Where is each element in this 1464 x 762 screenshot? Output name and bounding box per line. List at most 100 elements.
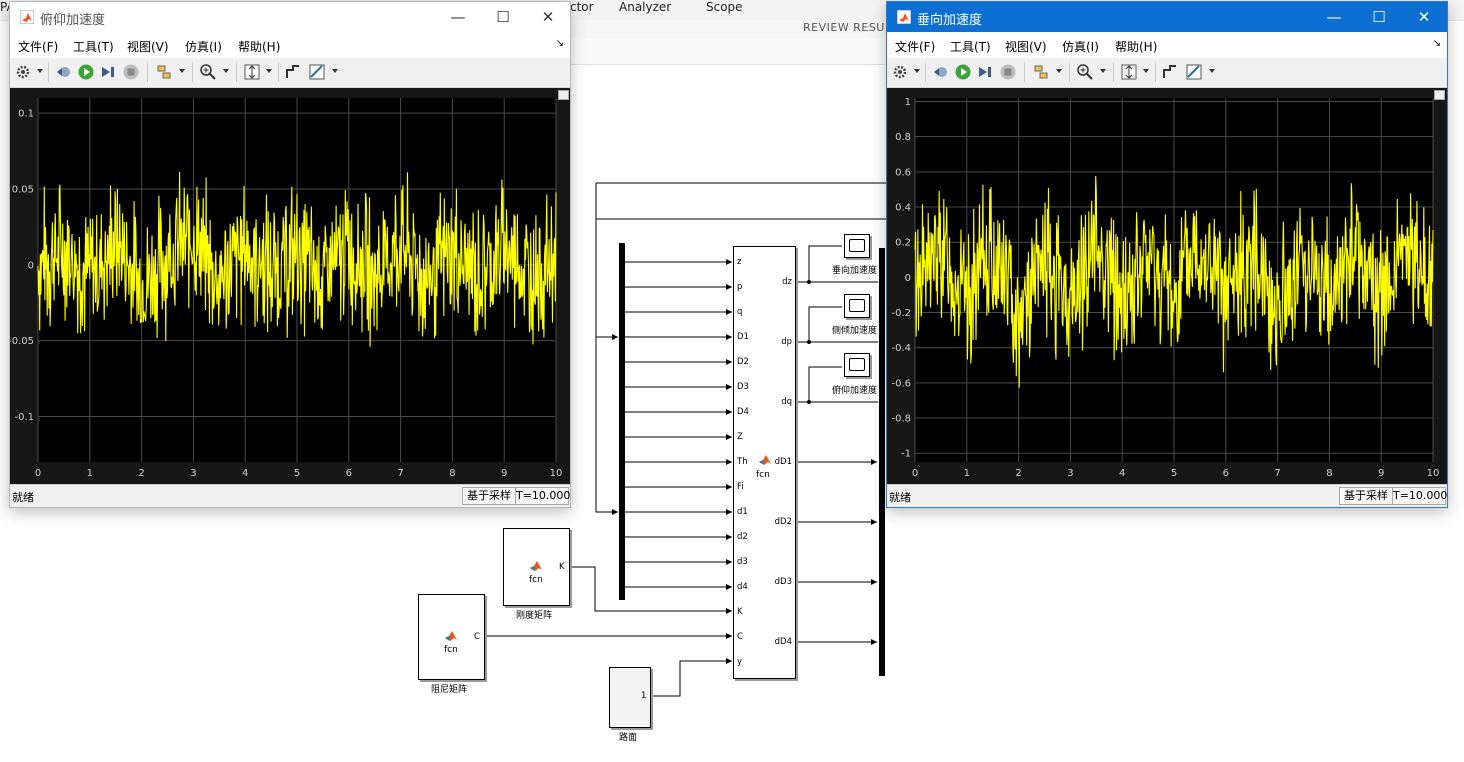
y-tick-label: 0.8 [895, 132, 911, 143]
status-bar: 就绪 基于采样 T=10.000 [10, 484, 570, 507]
maximize-icon[interactable]: ☐ [480, 2, 526, 32]
scope-block-roll[interactable] [844, 294, 870, 318]
cursor-measure-icon[interactable] [308, 63, 326, 81]
menu-tools[interactable]: 工具(T) [73, 38, 114, 55]
output-port-dq: dq [781, 397, 792, 407]
step-back-icon[interactable] [932, 63, 950, 81]
mux-block[interactable] [879, 248, 885, 676]
chevron-down-icon[interactable] [223, 69, 229, 73]
main-fcn-block[interactable]: fcn z p q D1 D2 D3 D4 Z Th Fi d1 d2 d3 d4 K Cy dz dp dq dD… [733, 246, 796, 679]
menu-bar: 文件(F) 工具(T) 视图(V) 仿真(I) 帮助(H) ↘ [887, 32, 1447, 58]
toolbar-separator [147, 63, 148, 82]
time-box: T=10.000 [515, 487, 570, 505]
title-bar[interactable]: 俯仰加速度 — ☐ ✕ [10, 2, 570, 32]
close-icon[interactable]: ✕ [1401, 2, 1447, 32]
minimize-icon[interactable]: — [435, 2, 481, 32]
menu-file[interactable]: 文件(F) [18, 38, 58, 55]
menu-simulation[interactable]: 仿真(I) [185, 38, 222, 55]
y-tick-label: 0.1 [18, 109, 34, 120]
menu-tools[interactable]: 工具(T) [950, 38, 991, 55]
minimize-icon[interactable]: — [1311, 2, 1357, 32]
y-tick-label: 0.4 [895, 203, 911, 214]
menu-help[interactable]: 帮助(H) [238, 38, 280, 55]
vertical-acceleration-plot: 0 1 2 3 4 5 6 7 8 9 10 1 0.8 0.6 0.4 0.2 0 -0.2 -0.4 -0.6 -0… [891, 97, 1439, 479]
title-bar[interactable]: 垂向加速度 — ☐ ✕ [887, 2, 1447, 32]
input-port-d2: d2 [737, 532, 748, 542]
step-forward-icon[interactable] [99, 63, 117, 81]
status-bar: 就绪 基于采样 T=10.000 [887, 484, 1447, 507]
input-port-d4: D4 [737, 407, 749, 417]
x-tick-label: 9 [501, 468, 507, 479]
toolbar-separator [192, 63, 193, 82]
menu-dock-icon[interactable]: ↘ [1433, 38, 1441, 49]
toolbar-separator [1069, 63, 1070, 82]
chevron-down-icon[interactable] [1100, 69, 1106, 73]
damping-fcn-block[interactable]: fcn C [418, 594, 485, 680]
scope-caption-vertical: 垂向加速度 [832, 266, 878, 276]
zoom-icon[interactable] [1076, 63, 1094, 81]
chevron-down-icon[interactable] [1209, 69, 1215, 73]
scope-caption-pitch: 俯仰加速度 [832, 386, 878, 396]
highlight-block-icon[interactable] [1032, 63, 1050, 81]
zoom-icon[interactable] [199, 63, 217, 81]
menu-dock-icon[interactable]: ↘ [556, 38, 564, 49]
scope-block-pitch[interactable] [844, 353, 870, 377]
scope-window-pitch[interactable]: 俯仰加速度 — ☐ ✕ 文件(F) 工具(T) 视图(V) 仿真(I) 帮助(H… [9, 1, 571, 508]
autoscale-icon[interactable] [1120, 63, 1138, 81]
scope-caption-roll: 侧倾加速度 [832, 326, 878, 336]
toolbar-separator [48, 63, 49, 82]
trigger-icon[interactable] [284, 63, 302, 81]
input-port-fi: Fi [737, 482, 744, 492]
cursor-measure-icon[interactable] [1185, 63, 1203, 81]
window-title: 垂向加速度 [917, 13, 983, 28]
chevron-down-icon[interactable] [37, 69, 43, 73]
menu-file[interactable]: 文件(F) [895, 38, 935, 55]
input-port-d3: d3 [737, 557, 748, 567]
menu-view[interactable]: 视图(V) [1005, 38, 1047, 55]
menu-view[interactable]: 视图(V) [127, 38, 169, 55]
autoscale-icon[interactable] [243, 63, 261, 81]
demux-block[interactable] [619, 243, 625, 600]
fcn-label: fcn [529, 575, 543, 585]
maximize-icon[interactable]: ☐ [1356, 2, 1402, 32]
menu-simulation[interactable]: 仿真(I) [1062, 38, 1099, 55]
toolbar-separator [1155, 63, 1156, 82]
input-port-d3: D3 [737, 382, 749, 392]
chevron-down-icon[interactable] [179, 69, 185, 73]
menu-help[interactable]: 帮助(H) [1115, 38, 1157, 55]
x-tick-label: 10 [550, 468, 563, 479]
x-tick-label: 7 [1274, 468, 1280, 479]
stop-icon[interactable] [999, 63, 1017, 81]
run-icon[interactable] [77, 63, 95, 81]
chevron-down-icon[interactable] [266, 69, 272, 73]
plot-area[interactable]: 0 1 2 3 4 5 6 7 8 9 10 0.1 0.05 0 -0.05 -0.1 [10, 88, 570, 484]
chevron-down-icon[interactable] [1143, 69, 1149, 73]
scope-window-vertical[interactable]: 垂向加速度 — ☐ ✕ 文件(F) 工具(T) 视图(V) 仿真(I) 帮助(H… [886, 1, 1448, 508]
output-port-dd2: dD2 [774, 517, 792, 527]
run-icon[interactable] [954, 63, 972, 81]
x-tick-label: 0 [35, 468, 41, 479]
window-title: 俯仰加速度 [40, 13, 106, 28]
y-tick-label: -0.2 [891, 308, 911, 319]
toolbar-separator [278, 63, 279, 82]
highlight-block-icon[interactable] [155, 63, 173, 81]
plot-area[interactable]: 0 1 2 3 4 5 6 7 8 9 10 1 0.8 0.6 0.4 0.2 0 -0.2 -0.4 -0.6 -0… [887, 88, 1447, 484]
chevron-down-icon[interactable] [914, 69, 920, 73]
output-port-road: 1 [641, 691, 647, 701]
scope-block-vertical[interactable] [844, 234, 870, 258]
road-input-block[interactable]: 1 [609, 667, 651, 728]
settings-gear-icon[interactable] [14, 63, 32, 81]
stop-icon[interactable] [122, 63, 140, 81]
stiffness-fcn-block[interactable]: fcn K [503, 528, 570, 606]
chevron-down-icon[interactable] [1056, 69, 1062, 73]
input-port-th: Th [737, 457, 748, 467]
y-tick-label: 0 [905, 273, 911, 284]
input-port-d1: D1 [737, 332, 749, 342]
close-icon[interactable]: ✕ [525, 2, 571, 32]
chevron-down-icon[interactable] [332, 69, 338, 73]
road-caption: 路面 [619, 733, 638, 743]
trigger-icon[interactable] [1161, 63, 1179, 81]
step-back-icon[interactable] [55, 63, 73, 81]
step-forward-icon[interactable] [976, 63, 994, 81]
settings-gear-icon[interactable] [891, 63, 909, 81]
